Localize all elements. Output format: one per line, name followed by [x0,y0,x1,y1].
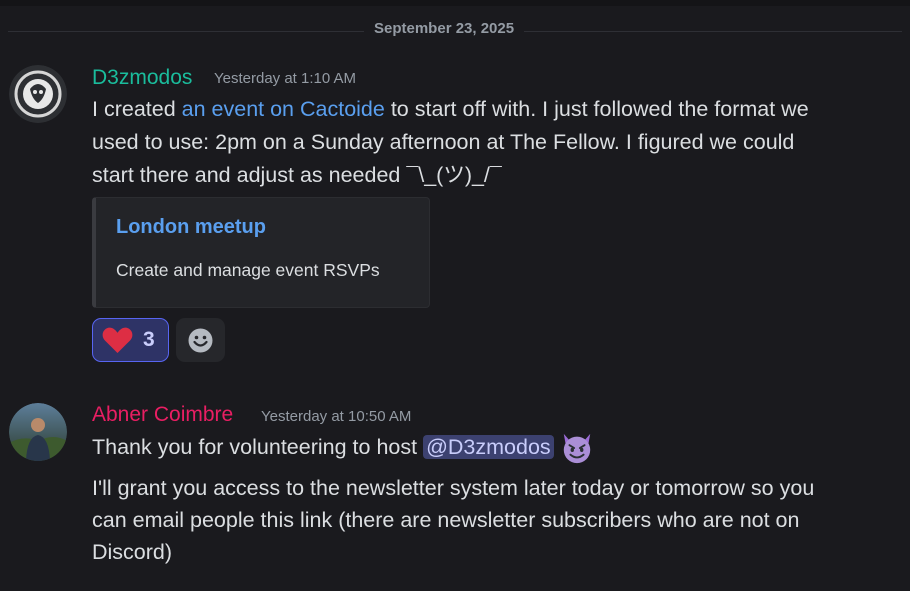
message-text-line-2: I'll grant you access to the newsletter … [92,476,815,500]
smiling-imp-emoji-icon [563,434,590,464]
message-text-line-3: start there and adjust as needed ¯\_(ツ)_… [92,163,502,187]
text-segment: I created [92,97,182,121]
user-mention[interactable]: @D3zmodos [423,435,554,459]
embed-description: Create and manage event RSVPs [116,260,380,280]
text-segment: Thank you for volunteering to host [92,435,424,459]
embed-title-link[interactable]: London meetup [116,216,266,239]
message-text-line-1: I created an event on Cactoide to start … [92,93,809,126]
avatar-abner-coimbre[interactable] [9,403,67,461]
message-text-line-3: can email people this link (there are ne… [92,508,800,532]
date-divider-label: September 23, 2025 [364,20,525,37]
author-name[interactable]: Abner Coimbre [92,403,233,427]
top-divider-bar [0,0,910,6]
event-link[interactable]: an event on Cactoide [182,97,385,121]
message-timestamp[interactable]: Yesterday at 10:50 AM [261,408,411,425]
reaction-heart-button[interactable]: 3 [92,318,169,362]
message-text-line-4: Discord) [92,540,173,564]
heart-icon [102,327,133,354]
link-embed-card: London meetup Create and manage event RS… [92,197,430,308]
add-reaction-smiley-icon [188,328,213,353]
avatar-d3zmodos[interactable] [9,65,67,123]
message-text-line-2: used to use: 2pm on a Sunday afternoon a… [92,130,795,154]
message-timestamp[interactable]: Yesterday at 1:10 AM [214,70,356,87]
reaction-count: 3 [143,328,155,351]
add-reaction-button[interactable] [176,318,225,362]
avatar-image [9,403,67,461]
author-name[interactable]: D3zmodos [92,66,192,90]
avatar-image [9,65,67,123]
text-segment: to start off with. I just followed the f… [384,97,809,121]
message-text-line-1: Thank you for volunteering to host @D3zm… [92,431,594,465]
